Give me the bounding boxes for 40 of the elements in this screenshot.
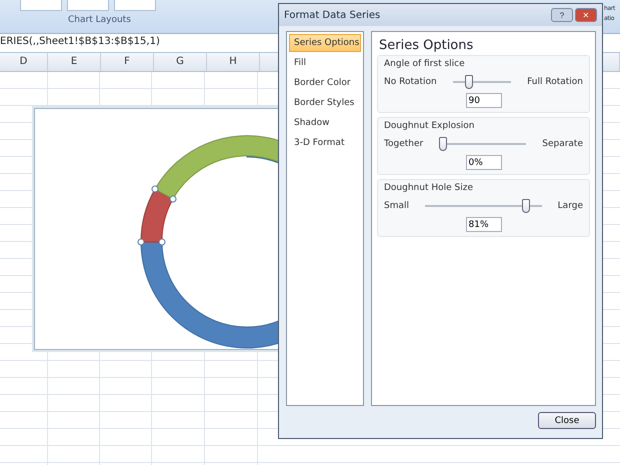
value-field[interactable]: 0% <box>466 155 502 170</box>
gallery-thumbnail[interactable] <box>67 0 109 11</box>
group-title: Doughnut Hole Size <box>384 183 474 193</box>
slider-thumb[interactable] <box>439 137 448 151</box>
slider-label: Small <box>384 201 409 211</box>
nav-item[interactable]: 3-D Format <box>289 134 361 152</box>
group-title: Doughnut Explosion <box>384 121 474 131</box>
selection-handle[interactable] <box>138 238 144 246</box>
group-label: Chart Layouts <box>68 15 131 25</box>
column-header[interactable]: G <box>154 53 207 71</box>
window-title: Format Data Series <box>284 10 382 20</box>
value-field[interactable]: 81% <box>466 217 502 232</box>
close-button[interactable]: ✕ <box>575 8 597 22</box>
slider-label: Together <box>384 139 424 149</box>
help-button[interactable]: ? <box>551 8 573 22</box>
column-header[interactable]: F <box>101 53 154 71</box>
gallery-thumbnail[interactable] <box>114 0 156 11</box>
nav-item[interactable]: Fill <box>289 54 361 72</box>
close-button[interactable]: Close <box>538 412 596 429</box>
column-header[interactable]: H <box>207 53 260 71</box>
slider-label: Large <box>558 201 583 211</box>
slider-label: Separate <box>542 139 583 149</box>
slider-thumb[interactable] <box>465 75 474 89</box>
column-header[interactable]: D <box>0 53 48 71</box>
nav-item[interactable]: Border Color <box>289 74 361 92</box>
selection-handle[interactable] <box>158 238 166 246</box>
nav-item[interactable]: Series Options <box>289 34 361 52</box>
column-header[interactable]: E <box>48 53 101 71</box>
nav-item[interactable]: Border Styles <box>289 94 361 112</box>
gallery-thumbnail[interactable] <box>20 0 62 11</box>
doughnut-slice[interactable] <box>140 188 174 242</box>
selection-handle[interactable] <box>170 196 176 202</box>
nav-item[interactable]: Shadow <box>289 114 361 132</box>
slider-label: No Rotation <box>384 77 437 87</box>
slider-thumb[interactable] <box>522 199 530 213</box>
slider-label: Full Rotation <box>527 77 583 87</box>
selection-handle[interactable] <box>152 186 158 192</box>
section-heading: Series Options <box>379 38 474 53</box>
value-field[interactable]: 90 <box>466 93 502 108</box>
group-title: Angle of first slice <box>384 59 465 69</box>
